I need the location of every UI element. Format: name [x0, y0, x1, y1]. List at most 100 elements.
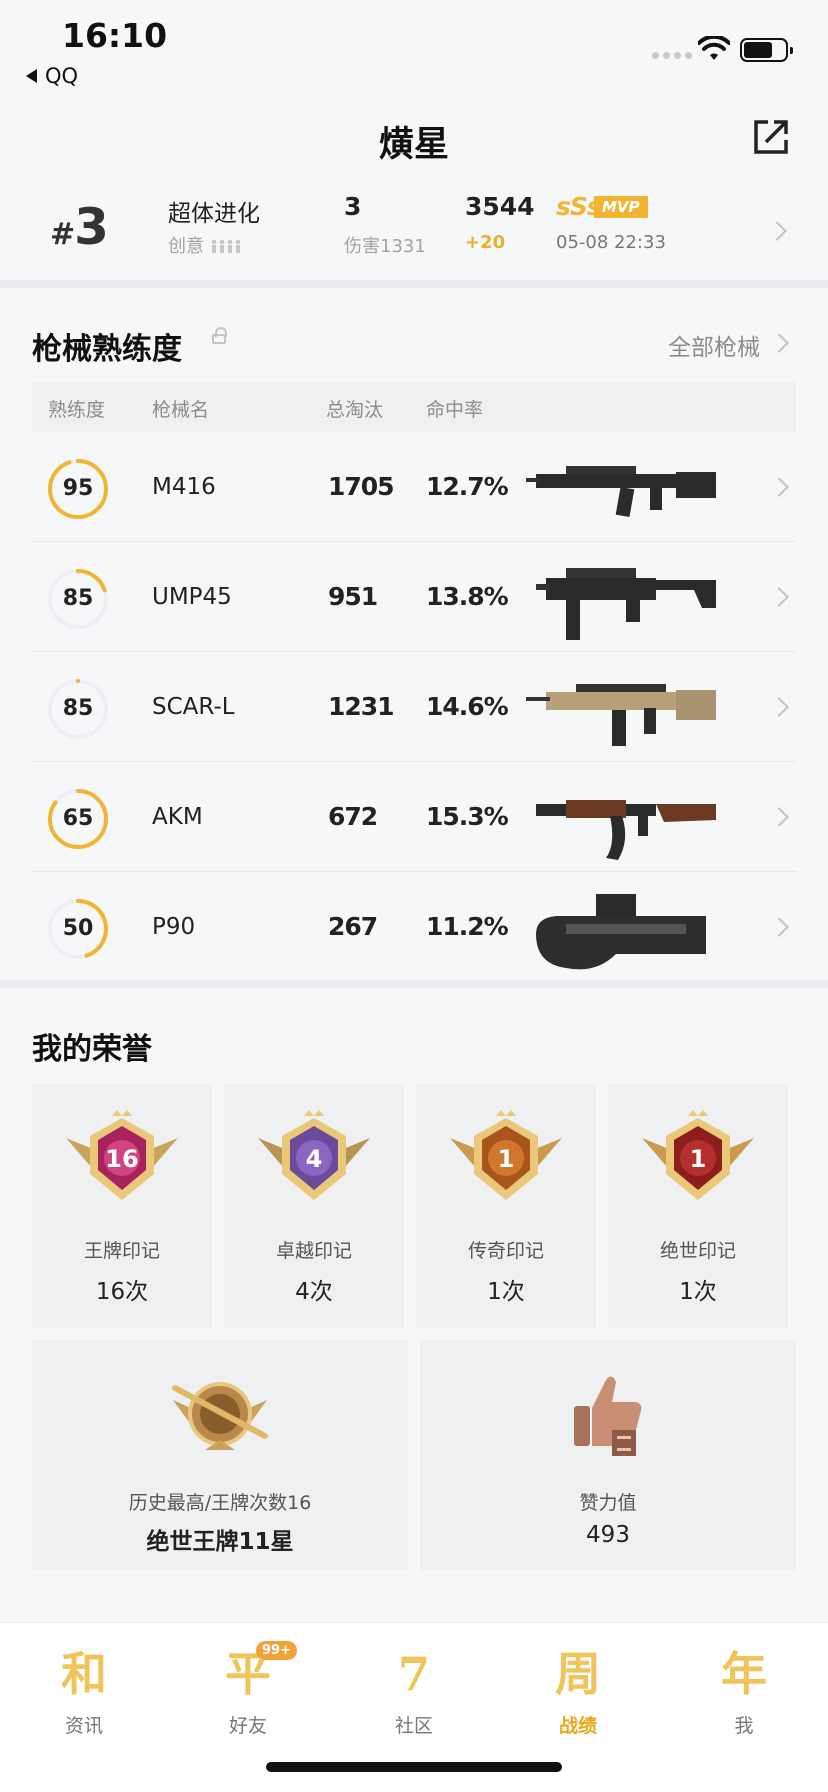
- honor-badge-icon: 1: [642, 1110, 754, 1200]
- all-weapons-link[interactable]: 全部枪械: [668, 328, 760, 362]
- proficiency-value: 50: [62, 916, 94, 941]
- match-damage: 伤害1331: [344, 236, 426, 257]
- match-mode: 超体进化: [168, 201, 260, 227]
- tab-label: 我: [734, 1715, 754, 1737]
- status-time: 16:10: [62, 16, 168, 55]
- tab-item[interactable]: 和资讯: [24, 1641, 144, 1738]
- honor-badge-label: 传奇印记: [467, 1240, 544, 1262]
- status-bar: 16:10 QQ: [0, 0, 828, 90]
- honor-badge-number: 4: [306, 1145, 323, 1173]
- ace-rifle-emblem-icon: [172, 1382, 268, 1450]
- honor-badge-label: 绝世印记: [659, 1240, 736, 1262]
- match-summary-row[interactable]: #3 超体进化 创意 3 伤害1331 3544 +20 sSs MVP 05-…: [0, 180, 828, 280]
- highest-rank-card[interactable]: 历史最高/王牌次数16 绝世王牌11星: [32, 1340, 408, 1570]
- col-total-kills: 总淘汰: [326, 399, 384, 421]
- back-app-label: QQ: [45, 64, 79, 88]
- notification-badge: 99+: [256, 1641, 297, 1660]
- match-score: 3544: [465, 192, 535, 221]
- weapon-image: [526, 466, 716, 518]
- honor-badge-card[interactable]: 1 绝世印记 1次: [608, 1084, 788, 1328]
- home-indicator[interactable]: [266, 1762, 562, 1772]
- honor-badge-count: 4次: [295, 1279, 333, 1305]
- honor-badge-count: 16次: [95, 1279, 149, 1305]
- tab-label: 好友: [228, 1715, 267, 1737]
- team-members-icon: [211, 239, 241, 253]
- col-weapon-name: 枪械名: [152, 399, 210, 421]
- weapon-hit-rate: 14.6%: [426, 692, 509, 721]
- honor-badge-number: 1: [690, 1145, 707, 1173]
- honor-badge-label: 王牌印记: [83, 1240, 160, 1262]
- match-kills: 3: [344, 192, 362, 221]
- section-divider: [0, 980, 828, 988]
- honor-badge-label: 卓越印记: [275, 1240, 352, 1262]
- likes-value: 493: [586, 1522, 630, 1548]
- match-score-delta: +20: [465, 232, 506, 253]
- mvp-badge: MVP: [594, 196, 648, 218]
- likes-label: 赞力值: [579, 1492, 637, 1514]
- match-rank: #3: [50, 198, 109, 256]
- proficiency-value: 85: [62, 696, 94, 721]
- weapon-row[interactable]: 85 SCAR-L 1231 14.6%: [32, 652, 796, 762]
- tab-icon: 7: [397, 1647, 430, 1701]
- weapon-name: UMP45: [152, 584, 232, 610]
- battery-icon: [740, 38, 793, 62]
- chevron-right-icon: [769, 477, 789, 497]
- honors-section-title: 我的荣誉: [32, 1032, 152, 1067]
- weapon-row[interactable]: 50 P90 267 11.2%: [32, 872, 796, 982]
- honor-badge-count: 1次: [487, 1279, 525, 1305]
- weapon-image: [536, 568, 716, 640]
- match-mode-sub: 创意: [168, 232, 242, 258]
- weapon-image: [536, 800, 716, 860]
- cellular-signal-icon: [652, 52, 692, 59]
- match-date: 05-08 22:33: [556, 232, 666, 253]
- weapon-name: P90: [152, 914, 196, 940]
- likes-card[interactable]: 赞力值 493: [420, 1340, 796, 1570]
- weapon-image: [536, 894, 706, 970]
- chevron-right-icon: [769, 587, 789, 607]
- weapon-name: SCAR-L: [152, 694, 235, 720]
- weapon-kills: 672: [328, 802, 378, 831]
- tab-label: 资讯: [64, 1715, 103, 1737]
- highest-rank-label: 历史最高/王牌次数16: [128, 1492, 312, 1514]
- weapon-hit-rate: 11.2%: [426, 912, 509, 941]
- honor-badge-icon: 16: [66, 1110, 178, 1200]
- share-icon[interactable]: [752, 118, 790, 156]
- honor-badge-number: 16: [105, 1145, 138, 1173]
- honor-badge-count: 1次: [679, 1279, 717, 1305]
- proficiency-value: 65: [62, 806, 94, 831]
- weapon-kills: 267: [328, 912, 378, 941]
- honor-badge-card[interactable]: 4 卓越印记 4次: [224, 1084, 404, 1328]
- back-to-app-link[interactable]: QQ: [26, 64, 78, 88]
- col-hit-rate: 命中率: [426, 399, 484, 421]
- weapons-section-title: 枪械熟练度: [32, 332, 182, 367]
- weapon-row[interactable]: 65 AKM 672 15.3%: [32, 762, 796, 872]
- back-triangle-icon: [26, 69, 37, 83]
- honor-badge-icon: 1: [450, 1110, 562, 1200]
- lock-icon[interactable]: [212, 327, 227, 344]
- weapon-row[interactable]: 95 M416 1705 12.7%: [32, 432, 796, 542]
- tab-icon: 年: [721, 1647, 767, 1701]
- tab-item[interactable]: 周战绩: [518, 1641, 638, 1738]
- weapon-row[interactable]: 85 UMP45 951 13.8%: [32, 542, 796, 652]
- weapon-name: M416: [152, 474, 216, 500]
- tab-item[interactable]: 年我: [684, 1641, 804, 1738]
- weapon-hit-rate: 12.7%: [426, 472, 509, 501]
- weapons-table-header: 熟练度 枪械名 总淘汰 命中率: [32, 382, 796, 432]
- page-title: 熿星: [378, 125, 449, 165]
- weapon-kills: 1231: [328, 692, 395, 721]
- weapon-name: AKM: [152, 804, 203, 830]
- thumbs-up-trophy-icon: [574, 1376, 642, 1456]
- tab-item[interactable]: 7 社区: [354, 1641, 474, 1738]
- weapon-kills: 1705: [328, 472, 395, 501]
- tab-item[interactable]: 平好友 99+: [188, 1641, 308, 1738]
- tab-icon: 和: [61, 1647, 107, 1701]
- weapon-image: [526, 684, 716, 746]
- proficiency-value: 95: [62, 476, 94, 501]
- chevron-right-icon: [769, 333, 789, 353]
- chevron-right-icon: [767, 221, 787, 241]
- honor-badge-card[interactable]: 1 传奇印记 1次: [416, 1084, 596, 1328]
- tab-icon: 周: [555, 1647, 601, 1701]
- weapon-hit-rate: 13.8%: [426, 582, 509, 611]
- chevron-right-icon: [769, 807, 789, 827]
- honor-badge-card[interactable]: 16 王牌印记 16次: [32, 1084, 212, 1328]
